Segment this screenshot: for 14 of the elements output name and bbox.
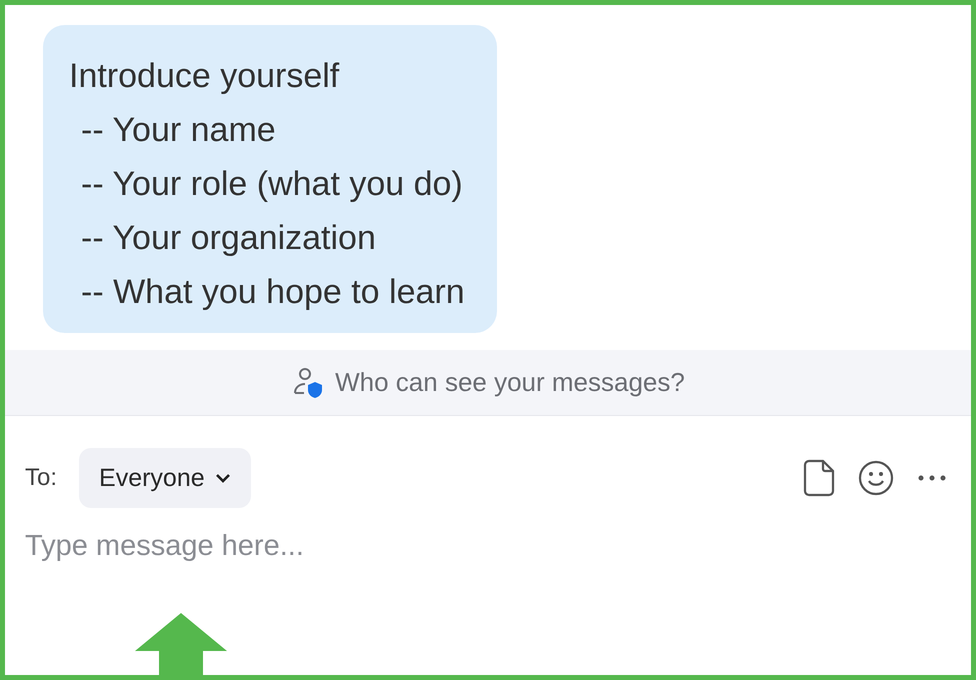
- message-line: -- Your role (what you do): [80, 164, 464, 205]
- more-icon[interactable]: [917, 474, 947, 482]
- message-line: -- What you hope to learn: [80, 272, 465, 313]
- file-icon[interactable]: [803, 459, 835, 497]
- message-line: Introduce yourself: [69, 56, 340, 97]
- privacy-notice-bar[interactable]: Who can see your messages?: [5, 350, 971, 416]
- emoji-icon[interactable]: [857, 459, 895, 497]
- message-line: -- Your organization: [80, 218, 377, 259]
- recipient-dropdown[interactable]: Everyone: [79, 448, 251, 508]
- message-line: -- Your name: [80, 110, 277, 151]
- chevron-down-icon: [214, 472, 231, 484]
- to-label: To:: [25, 464, 58, 492]
- message-input[interactable]: Type message here...: [25, 530, 625, 563]
- privacy-notice-text: Who can see your messages?: [335, 367, 685, 398]
